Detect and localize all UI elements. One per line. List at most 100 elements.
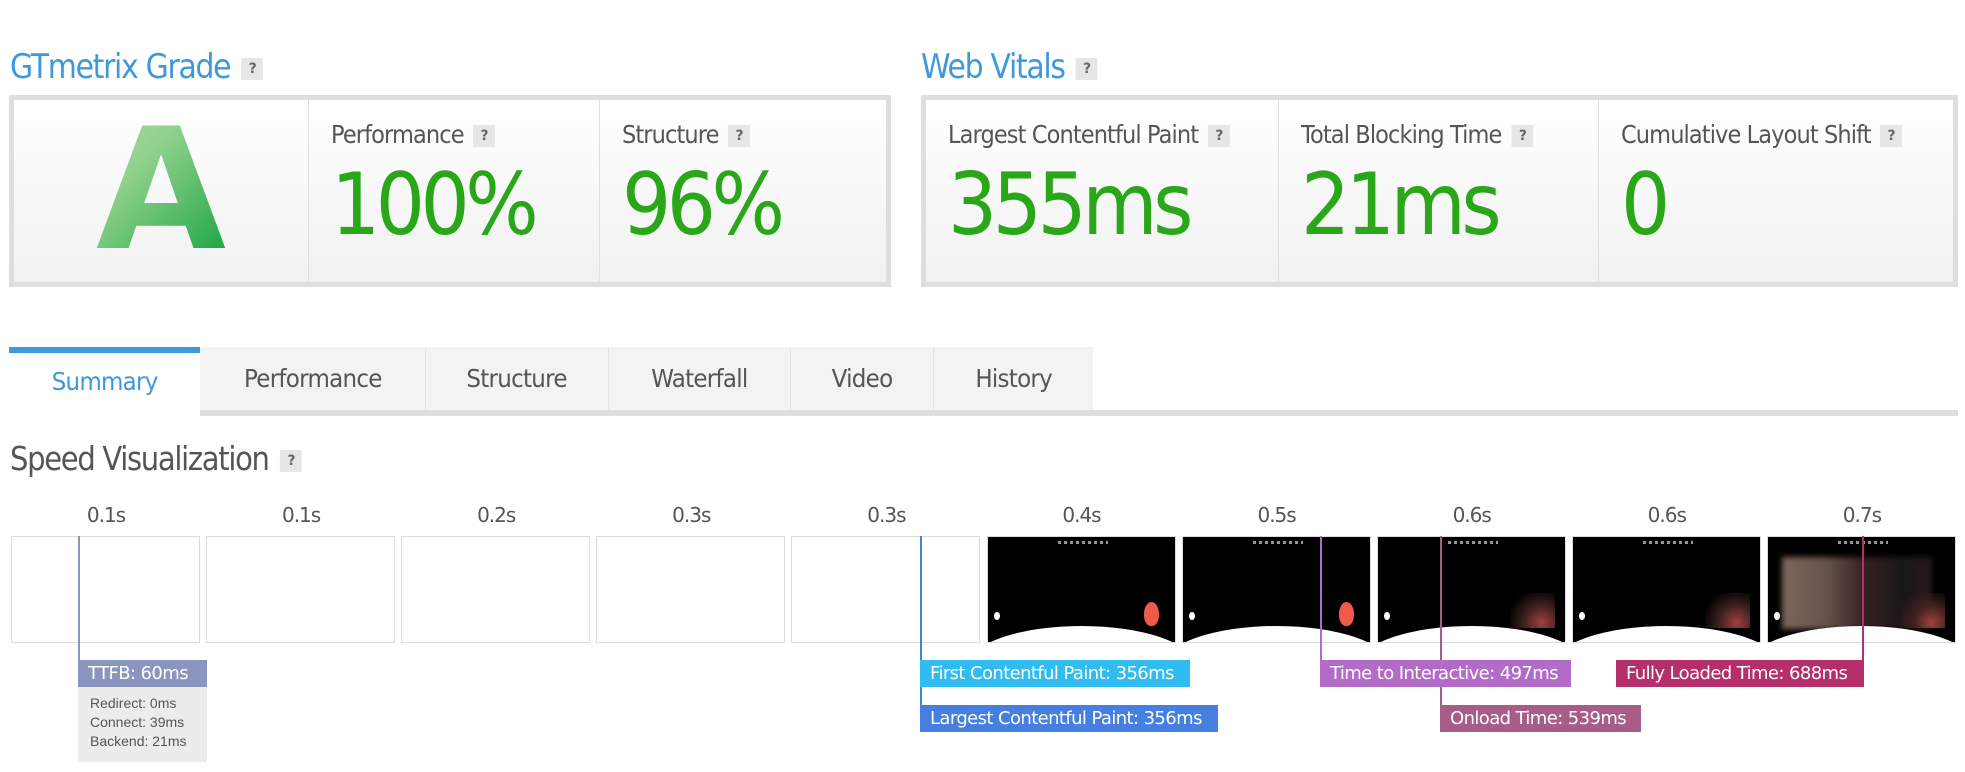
structure-cell: Structure? 96% <box>600 100 886 282</box>
tbt-cell: Total Blocking Time? 21ms <box>1279 100 1599 282</box>
ttfb-details: Redirect: 0ms Connect: 39ms Backend: 21m… <box>78 687 207 762</box>
frame-time-label: 0.5s <box>1257 503 1296 527</box>
lcp-label-text: Largest Contentful Paint <box>948 120 1199 149</box>
fcp-marker: First Contentful Paint: 356ms <box>920 660 1190 687</box>
frame-dot <box>993 612 1000 620</box>
report-tabs: Summary Performance Structure Waterfall … <box>9 347 1093 410</box>
grade-help-icon[interactable]: ? <box>241 57 264 80</box>
frame-topbar <box>1447 541 1498 544</box>
speed-visualization-title-text: Speed Visualization <box>10 439 270 478</box>
filmstrip-frame[interactable] <box>1181 536 1371 643</box>
cls-label-text: Cumulative Layout Shift <box>1621 120 1872 149</box>
gtmetrix-grade-title-text: GTmetrix Grade <box>10 47 232 87</box>
frame-glow <box>1704 593 1750 628</box>
lcp-marker-label: Largest Contentful Paint: 356ms <box>930 708 1202 729</box>
tab-summary[interactable]: Summary <box>9 347 200 410</box>
cls-value: 0 <box>1621 155 1670 255</box>
frame-time-label: 0.6s <box>1452 503 1492 527</box>
grade-box: A Performance? 100% Structure? 96% <box>9 95 891 287</box>
frame-glow <box>1899 593 1945 628</box>
tbt-label-text: Total Blocking Time <box>1301 120 1502 149</box>
tab-video[interactable]: Video <box>791 347 934 410</box>
tab-performance[interactable]: Performance <box>200 347 426 410</box>
frame-time-label: 0.3s <box>867 503 906 527</box>
performance-value: 100% <box>331 155 539 255</box>
performance-label-text: Performance <box>331 120 465 149</box>
filmstrip-frame[interactable] <box>986 536 1176 643</box>
ttfb-marker-label: TTFB: 60ms <box>88 663 189 684</box>
tab-history[interactable]: History <box>934 347 1093 410</box>
frame-time-label: 0.6s <box>1647 503 1687 527</box>
web-vitals-help-icon[interactable]: ? <box>1075 57 1098 80</box>
filmstrip-frame[interactable] <box>401 536 591 643</box>
fully-loaded-marker: Fully Loaded Time: 688ms <box>1616 660 1864 687</box>
tab-video-label: Video <box>831 364 893 393</box>
tab-waterfall-label: Waterfall <box>651 364 748 393</box>
frame-time-label: 0.3s <box>672 503 711 527</box>
frame-time-label: 0.4s <box>1062 503 1101 527</box>
structure-value: 96% <box>622 155 785 255</box>
grade-cell: A <box>14 100 309 282</box>
filmstrip-frame[interactable] <box>206 536 396 643</box>
tab-performance-label: Performance <box>243 364 382 393</box>
structure-help-icon[interactable]: ? <box>728 125 751 147</box>
frame-dot <box>1578 612 1585 620</box>
frame-curve <box>1182 626 1370 642</box>
speed-visualization-help-icon[interactable]: ? <box>279 449 302 472</box>
ttfb-marker: TTFB: 60ms <box>78 660 207 687</box>
gtmetrix-grade-title: GTmetrix Grade? <box>10 47 264 87</box>
frame-time-label: 0.1s <box>86 503 126 527</box>
frame-curve <box>987 626 1175 642</box>
onload-marker-label: Onload Time: 539ms <box>1450 708 1627 729</box>
frame-blob <box>1338 602 1354 626</box>
lcp-value: 355ms <box>948 155 1193 255</box>
web-vitals-box: Largest Contentful Paint? 355ms Total Bl… <box>921 95 1958 287</box>
cls-cell: Cumulative Layout Shift? 0 <box>1599 100 1953 282</box>
filmstrip-frame[interactable] <box>11 536 200 643</box>
frame-topbar <box>1057 541 1108 544</box>
tbt-label: Total Blocking Time? <box>1301 120 1534 149</box>
tab-bar-underline <box>200 410 1958 416</box>
tti-marker: Time to Interactive: 497ms <box>1320 660 1571 687</box>
ttfb-marker-line <box>78 536 80 662</box>
fully-loaded-marker-line <box>1862 536 1864 662</box>
tab-structure[interactable]: Structure <box>426 347 609 410</box>
ttfb-backend: Backend: 21ms <box>90 733 187 749</box>
frame-blob <box>1143 602 1159 626</box>
speed-visualization-title: Speed Visualization? <box>10 439 302 478</box>
tbt-help-icon[interactable]: ? <box>1511 125 1534 147</box>
filmstrip-frame[interactable] <box>1571 536 1761 643</box>
web-vitals-title: Web Vitals? <box>921 47 1098 87</box>
frame-topbar <box>1642 541 1693 544</box>
tab-history-label: History <box>975 364 1052 393</box>
frame-glow <box>1509 593 1555 628</box>
filmstrip-frame[interactable] <box>1376 536 1566 643</box>
frame-dot <box>1773 612 1780 620</box>
structure-label-text: Structure <box>622 120 719 149</box>
filmstrip-frame[interactable] <box>596 536 786 643</box>
frame-time-label: 0.1s <box>281 503 321 527</box>
fully-loaded-marker-label: Fully Loaded Time: 688ms <box>1626 663 1848 684</box>
frame-dot <box>1383 612 1390 620</box>
ttfb-connect: Connect: 39ms <box>90 714 185 730</box>
frame-time-label: 0.2s <box>477 503 516 527</box>
onload-marker: Onload Time: 539ms <box>1440 705 1641 732</box>
frame-topbar <box>1252 541 1303 544</box>
frame-curve <box>1572 626 1760 642</box>
frame-curve <box>1377 626 1565 642</box>
tbt-value: 21ms <box>1301 155 1502 255</box>
tab-summary-label: Summary <box>51 367 158 396</box>
cls-help-icon[interactable]: ? <box>1880 125 1903 147</box>
lcp-help-icon[interactable]: ? <box>1207 125 1230 147</box>
ttfb-redirect: Redirect: 0ms <box>90 695 177 711</box>
performance-label: Performance? <box>331 120 496 149</box>
tab-structure-label: Structure <box>466 364 568 393</box>
tti-marker-line <box>1320 536 1322 662</box>
web-vitals-title-text: Web Vitals <box>921 47 1066 87</box>
performance-help-icon[interactable]: ? <box>473 125 496 147</box>
lcp-label: Largest Contentful Paint? <box>948 120 1230 149</box>
filmstrip-frame[interactable] <box>791 536 981 643</box>
cls-label: Cumulative Layout Shift? <box>1621 120 1903 149</box>
tab-waterfall[interactable]: Waterfall <box>609 347 791 410</box>
lcp-marker: Largest Contentful Paint: 356ms <box>920 705 1218 732</box>
